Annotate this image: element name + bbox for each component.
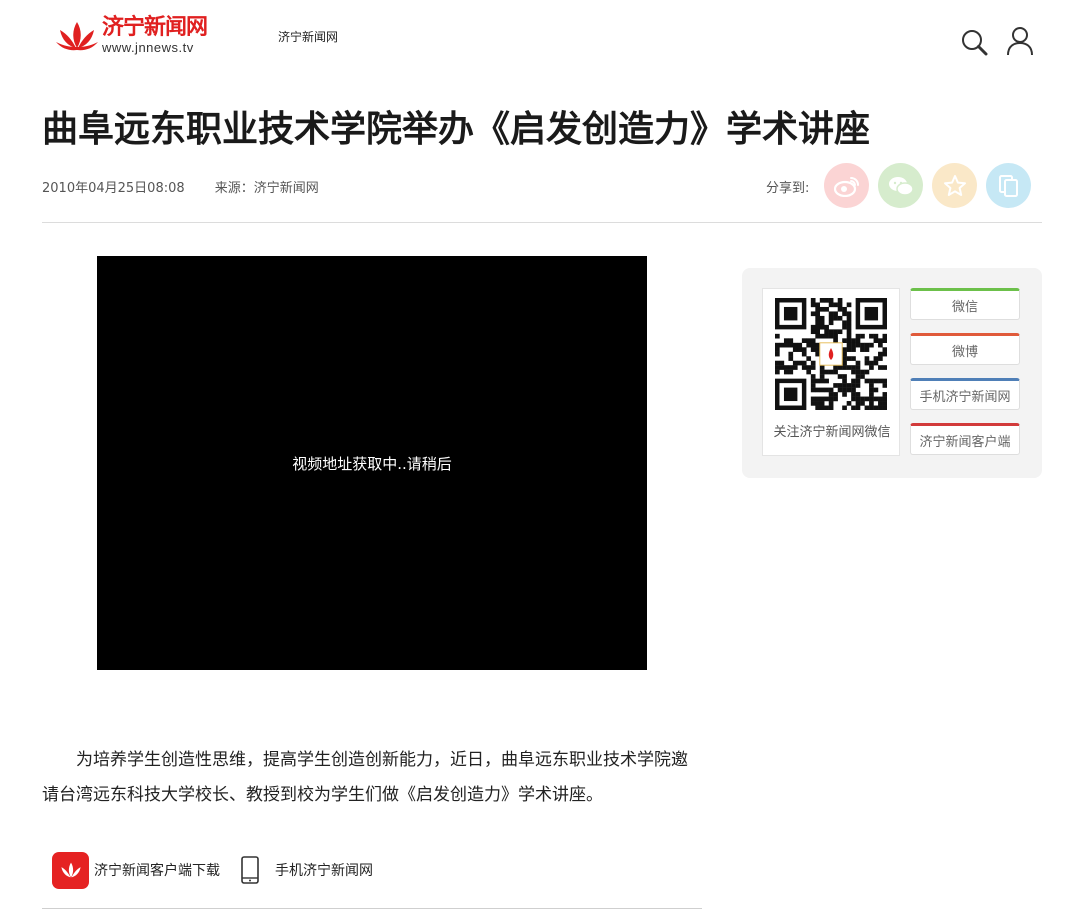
bottom-divider xyxy=(42,908,702,909)
video-loading-message: 视频地址获取中..请稍后 xyxy=(292,454,452,473)
news-client-button[interactable]: 济宁新闻客户端 xyxy=(910,423,1020,455)
site-header: 济宁新闻网 www.jnnews.tv 济宁新闻网 xyxy=(0,0,1081,80)
share-weibo-button[interactable] xyxy=(824,163,869,208)
follow-wechat-button[interactable]: 微信 xyxy=(910,288,1020,320)
follow-panel: 关注济宁新闻网微信 微信 微博 手机济宁新闻网 济宁新闻客户端 xyxy=(742,268,1042,478)
share-wechat-button[interactable] xyxy=(878,163,923,208)
star-icon xyxy=(943,174,966,196)
user-icon[interactable] xyxy=(1006,26,1034,56)
app-logo-icon[interactable] xyxy=(52,851,89,889)
share-label: 分享到: xyxy=(766,181,810,196)
mobile-site-link[interactable]: 手机济宁新闻网 xyxy=(275,860,373,880)
copy-icon xyxy=(998,174,1018,197)
site-logo[interactable]: 济宁新闻网 www.jnnews.tv xyxy=(54,14,214,56)
qr-code-icon xyxy=(775,298,887,410)
weibo-icon xyxy=(833,176,859,197)
article-source: 来源：济宁新闻网 xyxy=(214,181,319,196)
search-icon[interactable] xyxy=(960,28,988,56)
share-copy-button[interactable] xyxy=(986,163,1031,208)
app-links-row: 济宁新闻客户端下载 手机济宁新闻网 xyxy=(52,850,393,890)
video-player[interactable]: 视频地址获取中..请稍后 xyxy=(97,256,647,670)
app-download-link[interactable]: 济宁新闻客户端下载 xyxy=(94,860,220,880)
mobile-site-button[interactable]: 手机济宁新闻网 xyxy=(910,378,1020,410)
site-name-link[interactable]: 济宁新闻网 xyxy=(278,28,338,45)
article-meta: 2010年04月25日08:08 来源：济宁新闻网 xyxy=(42,177,345,196)
logo-title: 济宁新闻网 xyxy=(102,14,208,40)
wechat-icon xyxy=(888,176,914,196)
follow-weibo-button[interactable]: 微博 xyxy=(910,333,1020,365)
lotus-app-icon xyxy=(60,862,81,878)
qr-code-box: 关注济宁新闻网微信 xyxy=(762,288,900,456)
lotus-logo-icon xyxy=(56,22,98,51)
header-divider xyxy=(42,222,1042,223)
article-body: 为培养学生创造性思维，提高学生创造创新能力，近日，曲阜远东职业技术学院邀请台湾远… xyxy=(42,750,688,805)
logo-url: www.jnnews.tv xyxy=(102,39,194,55)
phone-icon xyxy=(241,856,259,884)
qr-caption: 关注济宁新闻网微信 xyxy=(773,425,891,440)
share-favorite-button[interactable] xyxy=(932,163,977,208)
article-title: 曲阜远东职业技术学院举办《启发创造力》学术讲座 xyxy=(42,109,871,150)
article-datetime: 2010年04月25日08:08 xyxy=(42,181,185,196)
